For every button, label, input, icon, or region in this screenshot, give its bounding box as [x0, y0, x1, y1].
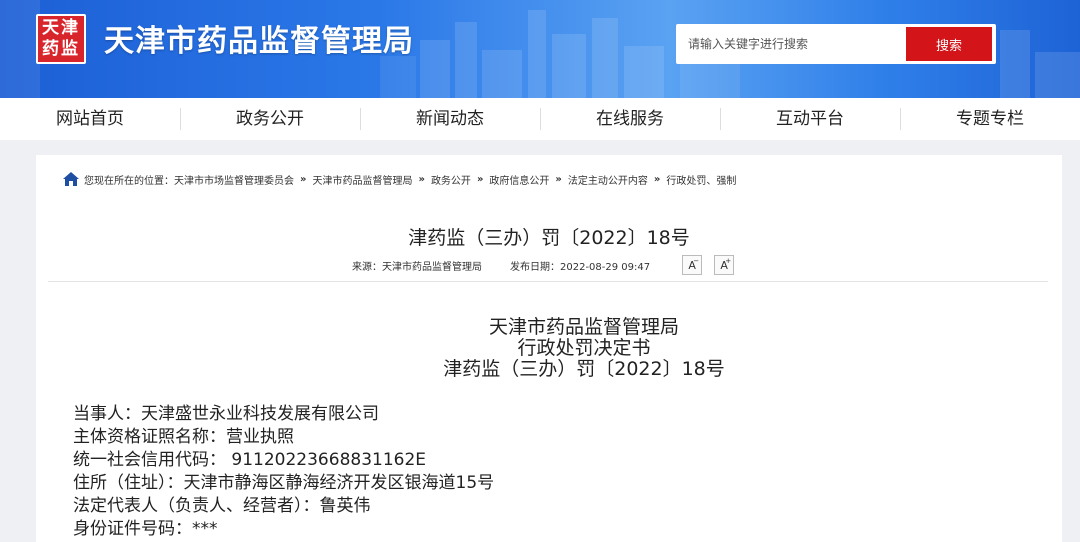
- home-icon[interactable]: [62, 171, 80, 187]
- font-decrease-button[interactable]: A −: [682, 255, 703, 275]
- article-source: 来源：天津市药品监督管理局: [352, 261, 482, 273]
- breadcrumb-item[interactable]: 政府信息公开: [489, 172, 549, 187]
- plus-icon: +: [725, 257, 732, 265]
- header-banner: 天津药监 天津市药品监督管理局 搜索: [0, 0, 1080, 98]
- nav-item-government-affairs[interactable]: 政务公开: [180, 98, 360, 140]
- title-divider: [48, 281, 1048, 282]
- minus-icon: −: [693, 257, 700, 265]
- main-nav: 网站首页 政务公开 新闻动态 在线服务 互动平台 专题专栏: [0, 98, 1080, 140]
- breadcrumb-item[interactable]: 天津市药品监督管理局: [312, 172, 412, 187]
- breadcrumb: 您现在所在的位置： 天津市市场监督管理委员会 » 天津市药品监督管理局 » 政务…: [62, 171, 736, 187]
- body-line: 当事人：天津盛世永业科技发展有限公司: [73, 404, 379, 424]
- breadcrumb-separator: »: [300, 173, 307, 185]
- breadcrumb-item[interactable]: 天津市市场监督管理委员会: [174, 172, 294, 187]
- search-button[interactable]: 搜索: [906, 27, 992, 61]
- breadcrumb-item[interactable]: 法定主动公开内容: [568, 172, 648, 187]
- search-box: 搜索: [676, 24, 996, 64]
- article-meta: 来源：天津市药品监督管理局 发布日期：2022-08-29 09:47 A − A…: [352, 255, 735, 275]
- body-line: 法定代表人（负责人、经营者）：鲁英伟: [73, 496, 371, 516]
- nav-item-home[interactable]: 网站首页: [0, 98, 180, 140]
- site-logo[interactable]: 天津药监: [36, 14, 86, 64]
- font-increase-button[interactable]: A +: [714, 255, 735, 275]
- body-line: 主体资格证照名称：营业执照: [73, 427, 294, 447]
- content-panel: 您现在所在的位置： 天津市市场监督管理委员会 » 天津市药品监督管理局 » 政务…: [36, 155, 1062, 542]
- document-body: 当事人：天津盛世永业科技发展有限公司 主体资格证照名称：营业执照 统一社会信用代…: [73, 403, 494, 541]
- nav-item-special-topics[interactable]: 专题专栏: [900, 98, 1080, 140]
- logo-text: 天津药监: [42, 18, 80, 59]
- article-title: 津药监（三办）罚〔2022〕18号: [408, 227, 690, 249]
- body-line: 身份证件号码：***: [73, 519, 218, 539]
- search-input[interactable]: [676, 24, 906, 64]
- article-date: 发布日期：2022-08-29 09:47: [510, 261, 651, 273]
- heading-line: 津药监（三办）罚〔2022〕18号: [443, 358, 725, 380]
- heading-line: 天津市药品监督管理局: [488, 316, 679, 338]
- nav-item-online-services[interactable]: 在线服务: [540, 98, 720, 140]
- breadcrumb-separator: »: [418, 173, 425, 185]
- breadcrumb-item-current[interactable]: 行政处罚、强制: [666, 172, 736, 187]
- breadcrumb-separator: »: [555, 173, 562, 185]
- breadcrumb-separator: »: [653, 173, 661, 185]
- body-line: 统一社会信用代码： 91120223668831162E: [73, 450, 427, 470]
- document-heading: 天津市药品监督管理局 行政处罚决定书 津药监（三办）罚〔2022〕18号: [36, 317, 1080, 380]
- body-line: 住所（住址）：天津市静海区静海经济开发区银海道15号: [73, 473, 495, 493]
- breadcrumb-item[interactable]: 政务公开: [431, 172, 471, 187]
- nav-item-interaction[interactable]: 互动平台: [720, 98, 900, 140]
- breadcrumb-separator: »: [476, 173, 484, 185]
- heading-line: 行政处罚决定书: [517, 337, 651, 359]
- site-title[interactable]: 天津市药品监督管理局: [104, 16, 414, 60]
- nav-item-news[interactable]: 新闻动态: [360, 98, 540, 140]
- breadcrumb-prefix: 您现在所在的位置：: [84, 175, 174, 187]
